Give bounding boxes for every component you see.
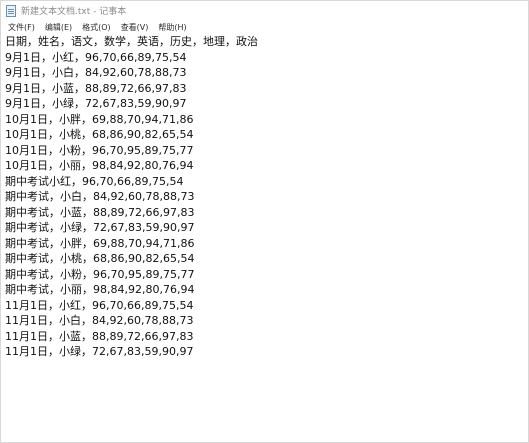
notepad-window: 新建文本文档.txt - 记事本 文件(F) 编辑(E) 格式(O) 查看(V)… (0, 0, 529, 443)
text-line: 期中考试小红，96,70,66,89,75,54 (5, 174, 184, 188)
notepad-icon (6, 4, 16, 17)
menu-view[interactable]: 查看(V) (118, 22, 152, 33)
text-line: 10月1日，小胖，69,88,70,94,71,86 (5, 112, 194, 126)
text-line: 9月1日，小白，84,92,60,78,88,73 (5, 66, 187, 79)
menu-file[interactable]: 文件(F) (5, 22, 38, 33)
text-line: 期中考试，小丽，98,84,92,80,76,94 (5, 283, 195, 296)
title-bar[interactable]: 新建文本文档.txt - 记事本 (1, 1, 528, 20)
menu-format[interactable]: 格式(O) (79, 22, 114, 33)
text-line: 11月1日，小红，96,70,66,89,75,54 (5, 298, 194, 312)
text-line: 期中考试，小蓝，88,89,72,66,97,83 (5, 205, 195, 219)
text-line: 11月1日，小蓝，88,89,72,66,97,83 (5, 329, 194, 343)
text-line: 9月1日，小蓝，88,89,72,66,97,83 (5, 81, 187, 95)
text-line: 期中考试，小胖，69,88,70,94,71,86 (5, 236, 195, 250)
text-line: 期中考试，小白，84,92,60,78,88,73 (5, 190, 195, 203)
text-editor[interactable]: 日期，姓名，语文，数学，英语，历史，地理，政治 9月1日，小红，96,70,66… (1, 34, 528, 442)
text-line: 9月1日，小红，96,70,66,89,75,54 (5, 50, 187, 64)
window-title: 新建文本文档.txt - 记事本 (21, 7, 127, 17)
text-line: 10月1日，小丽，98,84,92,80,76,94 (5, 159, 194, 172)
text-line: 10月1日，小桃，68,86,90,82,65,54 (5, 128, 194, 141)
text-line: 9月1日，小绿，72,67,83,59,90,97 (5, 97, 187, 110)
menu-edit[interactable]: 编辑(E) (42, 22, 75, 33)
menu-bar: 文件(F) 编辑(E) 格式(O) 查看(V) 帮助(H) (1, 20, 528, 34)
text-line: 11月1日，小绿，72,67,83,59,90,97 (5, 345, 194, 358)
text-line: 期中考试，小绿，72,67,83,59,90,97 (5, 221, 195, 234)
text-line: 期中考试，小粉，96,70,95,89,75,77 (5, 267, 195, 281)
text-line: 10月1日，小粉，96,70,95,89,75,77 (5, 143, 194, 157)
text-line: 日期，姓名，语文，数学，英语，历史，地理，政治 (5, 35, 258, 48)
text-line: 期中考试，小桃，68,86,90,82,65,54 (5, 252, 195, 265)
menu-help[interactable]: 帮助(H) (155, 22, 189, 33)
text-line: 11月1日，小白，84,92,60,78,88,73 (5, 314, 194, 327)
